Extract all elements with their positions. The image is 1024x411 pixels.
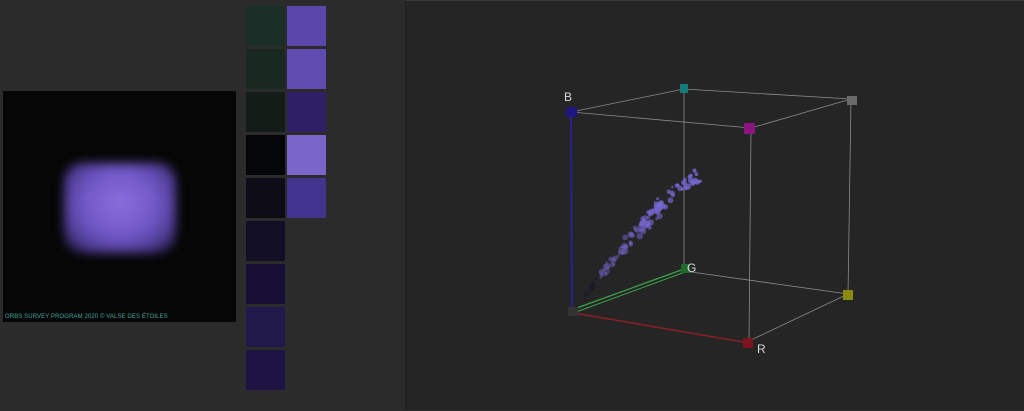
- swatch[interactable]: [287, 6, 326, 46]
- cloud-point: [656, 197, 660, 201]
- cube-edge: [570, 111, 752, 129]
- cloud-point: [681, 179, 687, 186]
- swatch[interactable]: [246, 92, 285, 132]
- corner-marker-rgb: [847, 96, 857, 105]
- image-preview: ORBS SURVEY PROGRAM 2020 © VALSE DES ÉTO…: [3, 91, 236, 322]
- cloud-point: [666, 189, 672, 195]
- swatch[interactable]: [246, 350, 285, 390]
- r-axis-label: R: [757, 342, 766, 356]
- corner-marker-rg: [843, 290, 853, 300]
- rgb-cube-panel[interactable]: B G R: [405, 0, 1024, 410]
- cloud-point: [648, 212, 652, 216]
- image-caption: ORBS SURVEY PROGRAM 2020 © VALSE DES ÉTO…: [5, 314, 168, 320]
- cube-edge: [750, 98, 852, 129]
- cloud-point: [641, 228, 645, 232]
- cloud-point: [598, 268, 605, 275]
- cube-edge: [748, 293, 849, 342]
- cloud-point: [622, 234, 628, 241]
- b-axis: [570, 111, 573, 312]
- swatch[interactable]: [246, 307, 285, 347]
- cloud-point: [694, 172, 699, 177]
- swatch[interactable]: [246, 221, 285, 261]
- swatch[interactable]: [287, 178, 326, 218]
- swatch[interactable]: [287, 135, 326, 175]
- swatch[interactable]: [246, 264, 285, 304]
- g-axis: [575, 271, 686, 313]
- swatch[interactable]: [246, 135, 285, 175]
- cloud-point: [616, 254, 620, 258]
- corner-marker-b: [566, 107, 577, 117]
- cloud-point: [659, 207, 663, 211]
- cloud-point: [692, 168, 697, 173]
- swatch[interactable]: [287, 49, 326, 89]
- cloud-point: [653, 201, 658, 205]
- cloud-point: [605, 261, 608, 264]
- cube-edge: [748, 127, 752, 342]
- swatch[interactable]: [287, 92, 326, 132]
- cube-edge: [570, 88, 685, 113]
- g-axis-label: G: [687, 261, 696, 275]
- cloud-point: [677, 185, 683, 192]
- cloud-point: [629, 240, 632, 244]
- cloud-point: [640, 219, 646, 226]
- cloud-point: [586, 289, 592, 296]
- cloud-point: [582, 293, 587, 297]
- palette-column-1: [246, 6, 285, 390]
- corner-marker-gb: [680, 84, 688, 93]
- cube-edge: [683, 88, 852, 100]
- cloud-point: [609, 262, 615, 268]
- cloud-point: [655, 210, 660, 215]
- cloud-point: [589, 283, 595, 288]
- cloud-point: [687, 177, 694, 184]
- left-panel: ORBS SURVEY PROGRAM 2020 © VALSE DES ÉTO…: [0, 0, 405, 410]
- swatch[interactable]: [246, 6, 285, 46]
- cube-edge: [683, 270, 849, 295]
- cloud-point: [618, 246, 623, 252]
- cloud-point: [602, 263, 610, 271]
- rgb-cube-view[interactable]: B G R: [406, 1, 1024, 411]
- cloud-point: [646, 223, 649, 227]
- swatch[interactable]: [246, 49, 285, 89]
- cloud-point: [667, 197, 674, 204]
- cloud-point: [599, 276, 602, 279]
- orb-image: [64, 163, 176, 253]
- cloud-point: [698, 179, 702, 183]
- cloud-point: [580, 299, 584, 302]
- swatch[interactable]: [246, 178, 285, 218]
- cloud-point: [593, 277, 598, 281]
- cloud-point: [632, 225, 638, 231]
- corner-marker-r: [743, 338, 753, 348]
- palette-column-2: [287, 6, 326, 218]
- cube-edge: [847, 98, 852, 295]
- corner-marker-origin: [568, 307, 578, 316]
- cloud-point: [629, 232, 633, 236]
- r-axis: [573, 312, 750, 344]
- b-axis-label: B: [564, 90, 572, 104]
- cloud-point: [583, 297, 588, 302]
- cloud-point: [671, 185, 674, 189]
- corner-marker-rb: [744, 123, 755, 134]
- cloud-point: [647, 225, 652, 230]
